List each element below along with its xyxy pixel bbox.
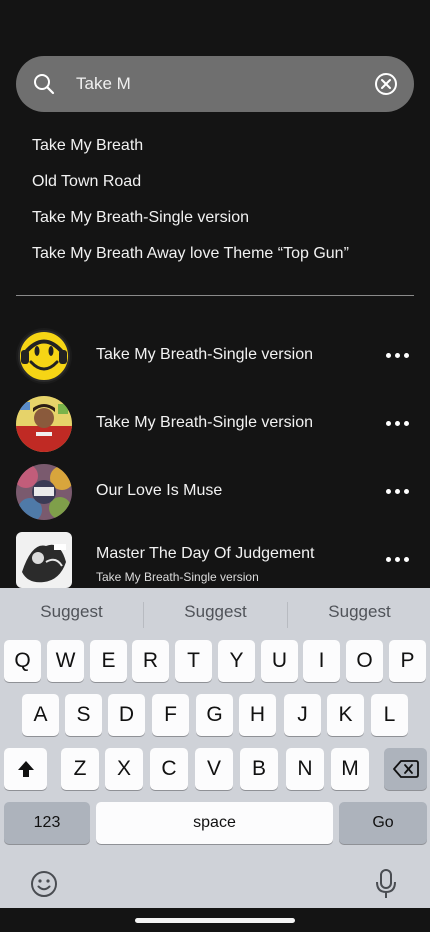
search-input[interactable] — [76, 70, 366, 98]
result-title: Take My Breath-Single version — [96, 346, 313, 363]
album-art — [16, 464, 72, 520]
result-row[interactable]: Take My Breath-Single version — [0, 390, 430, 458]
key-d[interactable]: D — [108, 694, 145, 736]
space-key[interactable]: space — [96, 802, 333, 844]
keyboard-suggestion[interactable]: Suggest — [0, 602, 143, 622]
home-bar — [0, 908, 430, 932]
more-options-icon[interactable] — [384, 556, 412, 564]
shift-arrow-icon — [17, 761, 34, 777]
album-art — [16, 396, 72, 452]
result-title: Master The Day Of Judgement — [96, 545, 315, 562]
key-o[interactable]: O — [346, 640, 383, 682]
key-x[interactable]: X — [105, 748, 143, 790]
more-options-icon[interactable] — [384, 420, 412, 428]
key-i[interactable]: I — [303, 640, 340, 682]
microphone-icon[interactable] — [374, 868, 398, 900]
emoji-icon[interactable] — [30, 870, 58, 898]
suggestion-item[interactable]: Take My Breath-Single version — [32, 200, 412, 236]
album-art — [16, 532, 72, 588]
key-e[interactable]: E — [90, 640, 127, 682]
key-l[interactable]: L — [371, 694, 408, 736]
key-n[interactable]: N — [286, 748, 324, 790]
search-bar[interactable] — [16, 56, 414, 112]
key-w[interactable]: W — [47, 640, 84, 682]
suggestion-item[interactable]: Take My Breath Away love Theme “Top Gun” — [32, 236, 412, 272]
key-a[interactable]: A — [22, 694, 59, 736]
numbers-key[interactable]: 123 — [4, 802, 90, 844]
key-z[interactable]: Z — [61, 748, 99, 790]
key-v[interactable]: V — [195, 748, 233, 790]
home-indicator[interactable] — [135, 918, 295, 923]
album-art — [16, 328, 72, 384]
key-c[interactable]: C — [150, 748, 188, 790]
result-title: Our Love Is Muse — [96, 482, 223, 499]
key-u[interactable]: U — [261, 640, 298, 682]
key-j[interactable]: J — [284, 694, 321, 736]
key-b[interactable]: B — [240, 748, 278, 790]
divider — [16, 295, 414, 296]
search-icon — [34, 74, 55, 95]
search-results: Take My Breath-Single version Take My Br… — [0, 322, 430, 594]
result-row[interactable]: Take My Breath-Single version — [0, 322, 430, 390]
clear-icon[interactable] — [374, 72, 398, 96]
delete-key[interactable] — [384, 748, 427, 790]
key-k[interactable]: K — [327, 694, 364, 736]
keyboard-suggestion[interactable]: Suggest — [288, 602, 430, 622]
key-g[interactable]: G — [196, 694, 233, 736]
backspace-icon — [392, 760, 419, 778]
result-row[interactable]: Master The Day Of Judgement Take My Brea… — [0, 526, 430, 594]
search-suggestions: Take My Breath Old Town Road Take My Bre… — [32, 128, 412, 272]
key-y[interactable]: Y — [218, 640, 255, 682]
result-row[interactable]: Our Love Is Muse — [0, 458, 430, 526]
shift-key[interactable] — [4, 748, 47, 790]
key-q[interactable]: Q — [4, 640, 41, 682]
result-title: Take My Breath-Single version — [96, 414, 313, 431]
go-key[interactable]: Go — [339, 802, 427, 844]
key-p[interactable]: P — [389, 640, 426, 682]
suggestion-item[interactable]: Old Town Road — [32, 164, 412, 200]
suggestion-item[interactable]: Take My Breath — [32, 128, 412, 164]
key-h[interactable]: H — [239, 694, 276, 736]
more-options-icon[interactable] — [384, 352, 412, 360]
keyboard: Suggest Suggest Suggest Q W E R T Y U I … — [0, 588, 430, 908]
key-s[interactable]: S — [65, 694, 102, 736]
more-options-icon[interactable] — [384, 488, 412, 496]
keyboard-suggestion-bar: Suggest Suggest Suggest — [0, 588, 430, 642]
key-t[interactable]: T — [175, 640, 212, 682]
key-m[interactable]: M — [331, 748, 369, 790]
key-r[interactable]: R — [132, 640, 169, 682]
key-f[interactable]: F — [152, 694, 189, 736]
result-subtitle: Take My Breath-Single version — [96, 570, 259, 584]
keyboard-suggestion[interactable]: Suggest — [144, 602, 287, 622]
